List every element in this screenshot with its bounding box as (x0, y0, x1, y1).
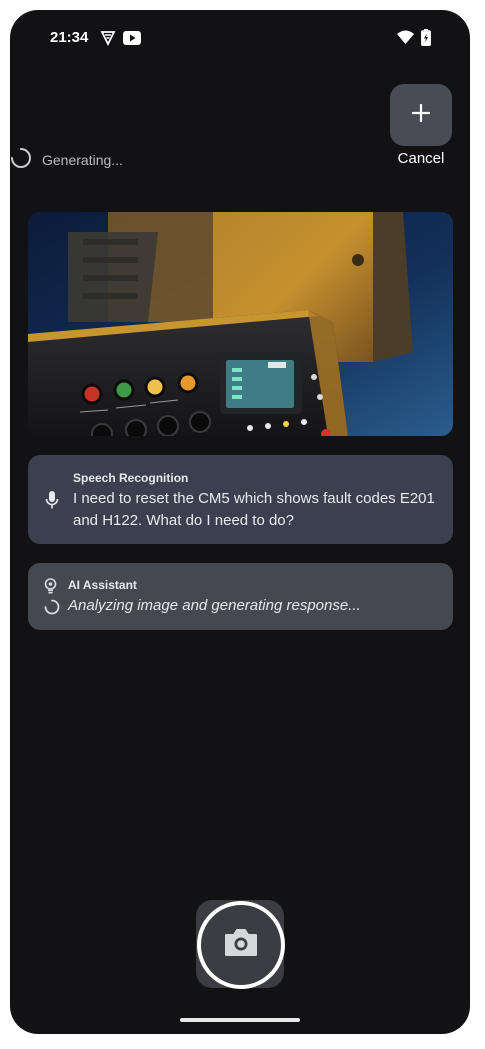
vpn-icon (100, 30, 116, 46)
camera-button-container (196, 900, 285, 989)
phone-screen: 21:34 Cancel Generating... Speech Recogn… (10, 10, 470, 1034)
lightbulb-icon (44, 578, 57, 599)
status-time: 21:34 (50, 29, 89, 46)
wifi-icon (397, 30, 414, 45)
ai-assistant-card: AI Assistant Analyzing image and generat… (28, 563, 453, 630)
microphone-icon (45, 490, 59, 515)
youtube-icon (123, 31, 141, 45)
ai-status-text: Analyzing image and generating response.… (68, 597, 361, 614)
home-indicator[interactable] (180, 1018, 300, 1022)
speech-card-title: Speech Recognition (73, 471, 189, 485)
capture-button[interactable] (197, 901, 285, 989)
captured-photo (28, 212, 453, 436)
generating-indicator: Generating... (10, 147, 123, 172)
battery-charging-icon (421, 29, 431, 46)
add-button[interactable] (390, 84, 452, 146)
speech-recognition-card: Speech Recognition I need to reset the C… (28, 455, 453, 544)
generating-text: Generating... (42, 151, 123, 168)
speech-transcript: I need to reset the CM5 which shows faul… (73, 490, 435, 529)
camera-icon (223, 928, 259, 963)
plus-icon (411, 103, 431, 128)
cancel-button[interactable]: Cancel (382, 150, 460, 167)
loading-spinner-icon (10, 147, 32, 172)
loading-spinner-icon (44, 599, 60, 620)
ai-card-title: AI Assistant (68, 578, 137, 592)
